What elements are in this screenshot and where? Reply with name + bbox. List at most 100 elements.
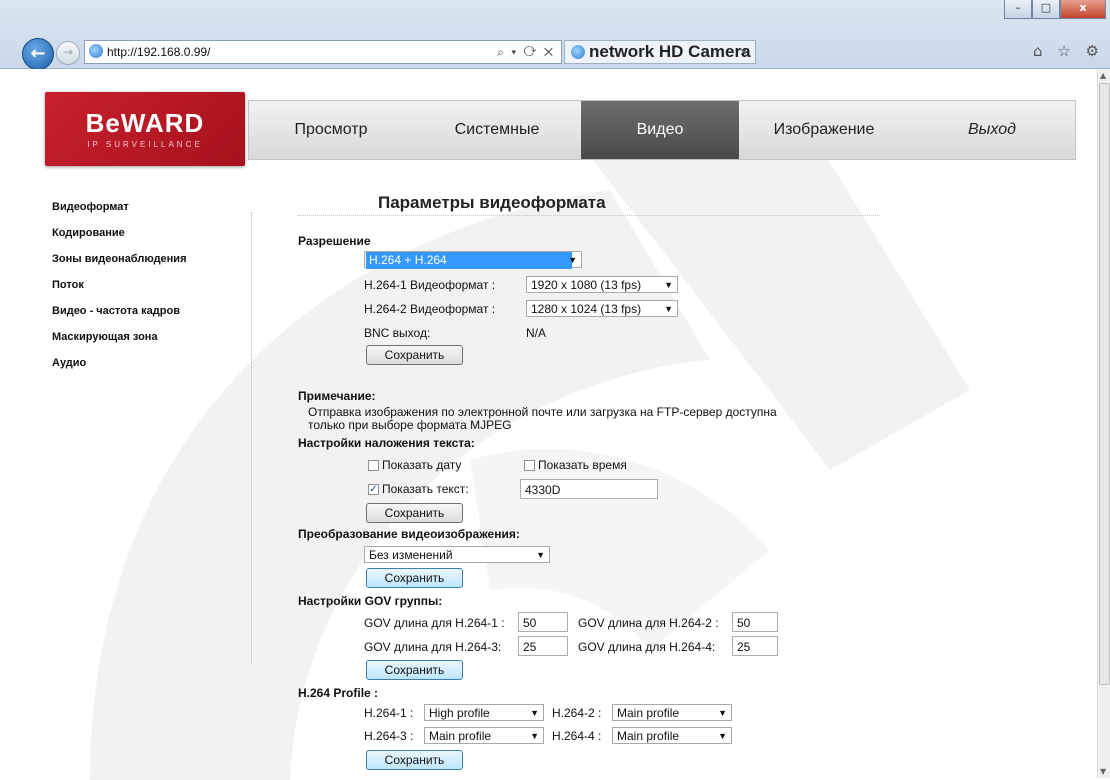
chevron-down-icon: ▼	[664, 280, 673, 290]
gov-1-label: GOV длина для H.264-1 :	[364, 616, 505, 630]
note-heading: Примечание:	[298, 389, 376, 403]
profile-2-select[interactable]: Main profile ▼	[612, 704, 732, 721]
ie-tab-icon	[571, 45, 585, 59]
resolution-select[interactable]: H.264 + H.264 ▼	[364, 251, 582, 269]
maximize-button[interactable]: □	[1032, 0, 1060, 19]
transform-save-button[interactable]: Сохранить	[366, 568, 463, 588]
gov-2-label: GOV длина для H.264-2 :	[578, 616, 719, 630]
tab-title: network HD Camera	[589, 42, 751, 61]
browser-tab[interactable]: network HD Camera ×	[564, 40, 756, 64]
sidebar-item-framerate[interactable]: Видео - частота кадров	[52, 304, 252, 330]
h264-2-format-value: 1280 x 1024 (13 fps)	[531, 302, 642, 316]
page-title: Параметры видеоформата	[378, 193, 606, 212]
nav-tab-image[interactable]: Изображение	[739, 101, 909, 159]
profile-4-select[interactable]: Main profile ▼	[612, 727, 732, 744]
nav-tab-system[interactable]: Системные	[413, 101, 581, 159]
gov-3-input[interactable]: 25	[518, 636, 568, 656]
sidebar-item-privacy-mask[interactable]: Маскирующая зона	[52, 330, 252, 356]
resolution-value: H.264 + H.264	[366, 252, 572, 269]
address-url: http://192.168.0.99/	[107, 45, 211, 59]
browser-chrome: – □ x ← → http://192.168.0.99/ ⌕ ▾ ⟳ ✕ n…	[0, 0, 1110, 70]
profile-4-label: H.264-4 :	[552, 729, 602, 743]
transform-heading: Преобразование видеоизображения:	[298, 527, 520, 541]
window-controls: – □ x	[1004, 0, 1106, 19]
close-window-button[interactable]: x	[1060, 0, 1106, 19]
profile-4-value: Main profile	[617, 729, 680, 743]
h264-2-format-select[interactable]: 1280 x 1024 (13 fps) ▼	[526, 300, 678, 317]
profile-heading: H.264 Profile :	[298, 686, 379, 700]
note-text-line-2: только при выборе формата MJPEG	[308, 418, 512, 432]
show-date-checkbox[interactable]	[368, 460, 379, 471]
show-time-checkbox[interactable]	[524, 460, 535, 471]
tab-close-icon[interactable]: ×	[740, 41, 747, 63]
profile-2-value: Main profile	[617, 706, 680, 720]
profile-2-label: H.264-2 :	[552, 706, 602, 720]
nav-tab-video[interactable]: Видео	[581, 101, 739, 159]
address-controls[interactable]: ⌕ ▾ ⟳ ✕	[497, 41, 555, 63]
profile-1-label: H.264-1 :	[364, 706, 414, 720]
title-divider	[298, 215, 880, 216]
chevron-down-icon: ▼	[530, 731, 539, 741]
chevron-down-icon: ▼	[530, 708, 539, 718]
scroll-thumb[interactable]	[1099, 83, 1110, 685]
nav-tab-exit[interactable]: Выход	[909, 101, 1075, 159]
transform-value: Без изменений	[369, 548, 453, 562]
profile-3-label: H.264-3 :	[364, 729, 414, 743]
h264-2-format-label: H.264-2 Видеоформат :	[364, 302, 496, 316]
vertical-scrollbar[interactable]: ▲ ▼	[1097, 69, 1110, 778]
logo-brand: BeWARD	[85, 108, 205, 138]
profile-1-value: High profile	[429, 706, 490, 720]
gov-heading: Настройки GOV группы:	[298, 594, 443, 608]
chevron-down-icon: ▼	[664, 304, 673, 314]
gov-2-input[interactable]: 50	[732, 612, 778, 632]
address-bar[interactable]: http://192.168.0.99/ ⌕ ▾ ⟳ ✕	[84, 40, 562, 64]
ie-page-icon	[89, 44, 103, 58]
chevron-down-icon: ▼	[718, 708, 727, 718]
sidebar-item-audio[interactable]: Аудио	[52, 356, 252, 382]
gov-4-label: GOV длина для H.264-4:	[578, 640, 716, 654]
beward-logo: BeWARD IP SURVEILLANCE	[45, 92, 245, 166]
profile-3-select[interactable]: Main profile ▼	[424, 727, 544, 744]
back-button[interactable]: ←	[22, 38, 54, 70]
chevron-down-icon: ▼	[536, 550, 545, 560]
overlay-save-button[interactable]: Сохранить	[366, 503, 463, 523]
page-viewport	[0, 69, 1098, 778]
forward-button[interactable]: →	[56, 41, 80, 65]
gov-4-input[interactable]: 25	[732, 636, 778, 656]
sidebar-item-encoding[interactable]: Кодирование	[52, 226, 252, 252]
sidebar: Видеоформат Кодирование Зоны видеонаблюд…	[52, 200, 252, 382]
sidebar-divider	[251, 212, 252, 664]
show-text-label: Показать текст:	[382, 482, 469, 496]
note-text-line-1: Отправка изображения по электронной почт…	[308, 405, 777, 419]
logo-subtitle: IP SURVEILLANCE	[87, 140, 203, 149]
chevron-down-icon: ▼	[718, 731, 727, 741]
chevron-down-icon: ▼	[568, 255, 577, 265]
show-date-label: Показать дату	[382, 458, 462, 472]
resolution-save-button[interactable]: Сохранить	[366, 345, 463, 365]
nav-tab-view[interactable]: Просмотр	[249, 101, 413, 159]
h264-1-format-select[interactable]: 1920 x 1080 (13 fps) ▼	[526, 276, 678, 293]
bnc-output-label: BNC выход:	[364, 326, 431, 340]
h264-1-format-label: H.264-1 Видеоформат :	[364, 278, 496, 292]
sidebar-item-videoformat[interactable]: Видеоформат	[52, 200, 252, 226]
profile-save-button[interactable]: Сохранить	[366, 750, 463, 770]
sidebar-item-zones[interactable]: Зоны видеонаблюдения	[52, 252, 252, 278]
gov-1-input[interactable]: 50	[518, 612, 568, 632]
resolution-heading: Разрешение	[298, 234, 371, 248]
minimize-button[interactable]: –	[1004, 0, 1032, 19]
gov-3-label: GOV длина для H.264-3:	[364, 640, 502, 654]
transform-select[interactable]: Без изменений ▼	[364, 546, 550, 563]
toolbar-icons[interactable]: ⌂ ☆ ⚙	[1033, 42, 1104, 60]
main-nav: Просмотр Системные Видео Изображение Вых…	[248, 100, 1076, 160]
profile-3-value: Main profile	[429, 729, 492, 743]
bnc-output-value: N/A	[526, 326, 547, 340]
show-text-checkbox[interactable]: ✓	[368, 484, 379, 495]
gov-save-button[interactable]: Сохранить	[366, 660, 463, 680]
overlay-heading: Настройки наложения текста:	[298, 436, 475, 450]
scroll-up-icon[interactable]: ▲	[1100, 71, 1106, 80]
show-time-label: Показать время	[538, 458, 627, 472]
scroll-down-icon[interactable]: ▼	[1100, 767, 1106, 776]
overlay-text-input[interactable]: 4330D	[520, 479, 658, 499]
sidebar-item-stream[interactable]: Поток	[52, 278, 252, 304]
profile-1-select[interactable]: High profile ▼	[424, 704, 544, 721]
